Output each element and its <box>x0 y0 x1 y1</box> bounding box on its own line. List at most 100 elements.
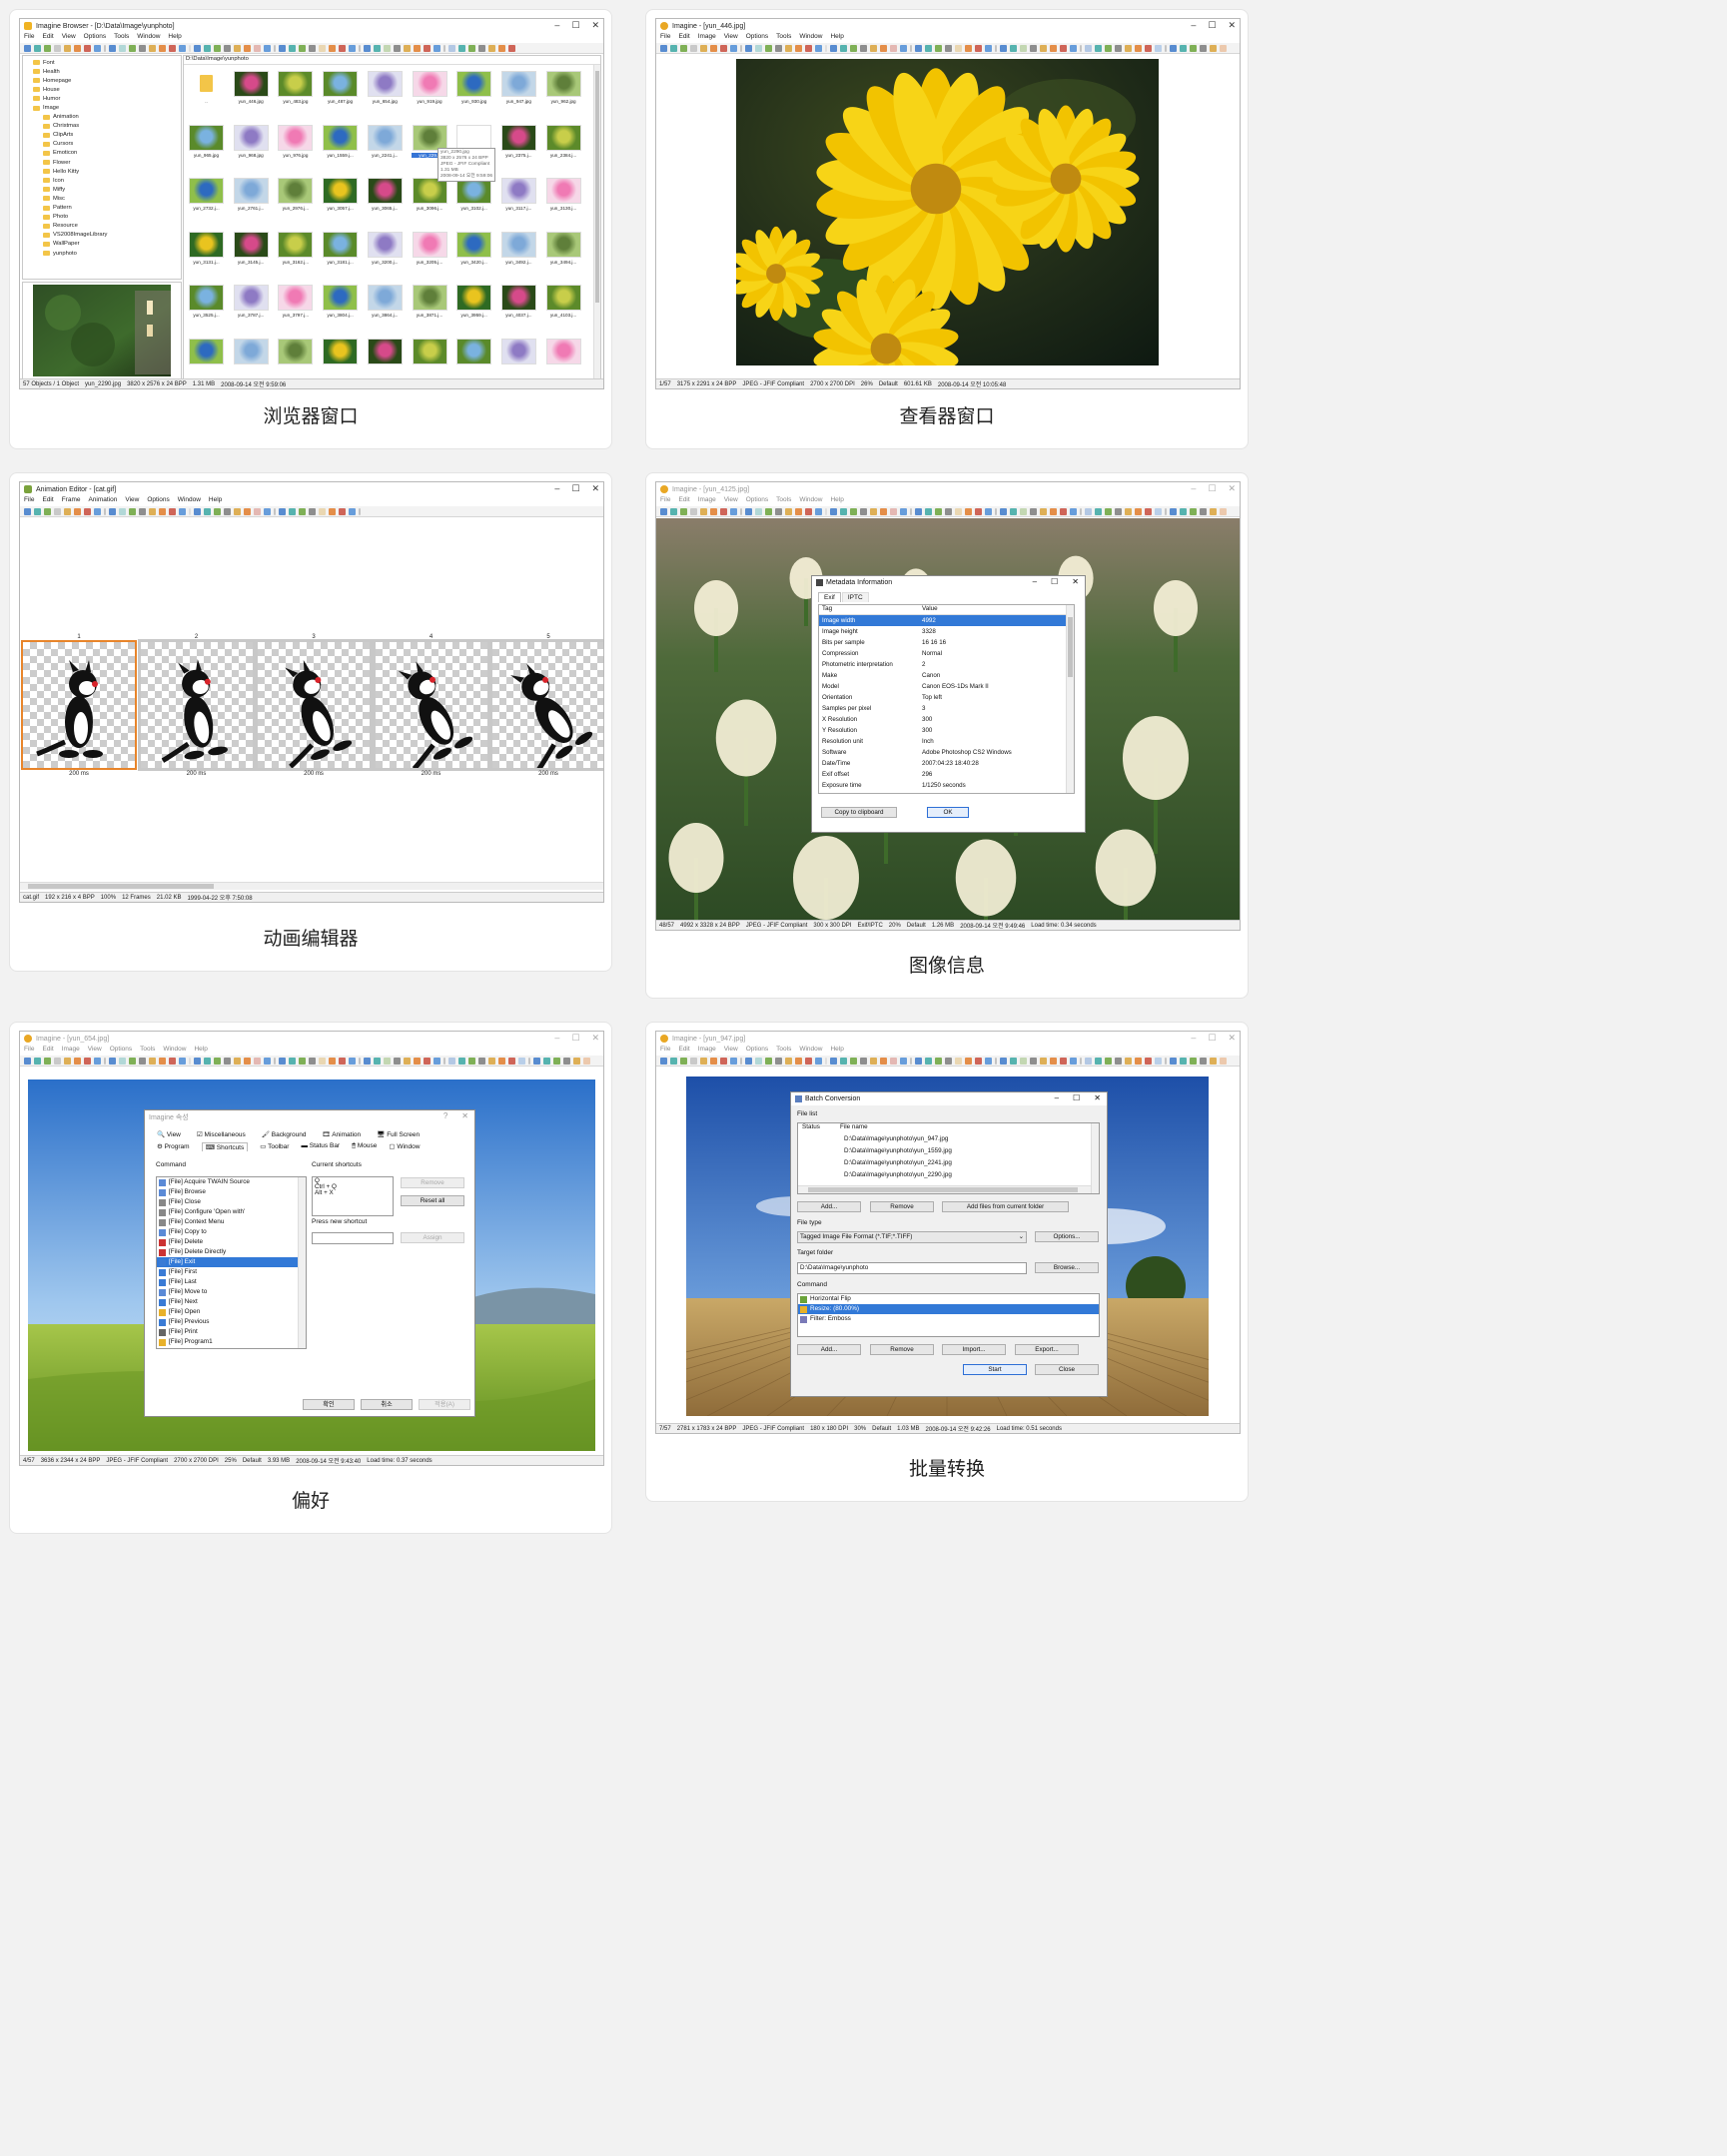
toolbar-button-icon[interactable] <box>795 507 802 515</box>
toolbar-button-icon[interactable] <box>279 507 286 515</box>
tree-item[interactable]: yunphoto <box>33 249 181 258</box>
toolbar-button-icon[interactable] <box>985 507 992 515</box>
toolbar-button-icon[interactable] <box>309 507 316 515</box>
toolbar-button-icon[interactable] <box>74 507 81 515</box>
col-status[interactable]: Status <box>798 1123 840 1133</box>
tree-item[interactable]: Hello Kitty <box>33 167 181 176</box>
toolbar-button-icon[interactable] <box>109 1057 116 1065</box>
toolbar-button-icon[interactable] <box>329 507 336 515</box>
toolbar-button-icon[interactable] <box>24 1057 31 1065</box>
toolbar-button-icon[interactable] <box>448 1057 455 1065</box>
minimize-icon[interactable]: – <box>554 20 559 31</box>
toolbar-button-icon[interactable] <box>319 507 326 515</box>
menu-image[interactable]: Image <box>698 33 716 43</box>
toolbar-button-icon[interactable] <box>1165 1057 1167 1065</box>
new-shortcut-input[interactable] <box>312 1232 394 1244</box>
toolbar-button-icon[interactable] <box>1030 507 1037 515</box>
thumbnail[interactable]: yun_3065.j... <box>367 175 404 214</box>
toolbar-button-icon[interactable] <box>915 1057 922 1065</box>
menu-image[interactable]: Image <box>62 1046 80 1056</box>
toolbar-button-icon[interactable] <box>119 507 126 515</box>
vertical-scrollbar[interactable] <box>298 1177 306 1348</box>
toolbar-button-icon[interactable] <box>404 1057 411 1065</box>
toolbar-button-icon[interactable] <box>795 1057 802 1065</box>
toolbar-button-icon[interactable] <box>975 44 982 52</box>
toolbar-button-icon[interactable] <box>955 507 962 515</box>
thumbnail[interactable]: yun_3200.j... <box>367 229 404 268</box>
menu-edit[interactable]: Edit <box>42 1046 53 1056</box>
toolbar-button-icon[interactable] <box>24 44 31 52</box>
add-file-button[interactable]: Add... <box>797 1201 861 1212</box>
toolbar-button-icon[interactable] <box>224 1057 231 1065</box>
list-item[interactable]: [File] First <box>157 1267 300 1277</box>
toolbar-button-icon[interactable] <box>935 507 942 515</box>
toolbar-button-icon[interactable] <box>224 44 231 52</box>
toolbar-button-icon[interactable] <box>775 1057 782 1065</box>
toolbar-button-icon[interactable] <box>910 1057 912 1065</box>
toolbar-button-icon[interactable] <box>54 1057 61 1065</box>
toolbar-button-icon[interactable] <box>104 44 106 52</box>
toolbar-button-icon[interactable] <box>815 507 822 515</box>
toolbar-button-icon[interactable] <box>1155 507 1162 515</box>
toolbar-button-icon[interactable] <box>309 1057 316 1065</box>
toolbar-button-icon[interactable] <box>1070 507 1077 515</box>
toolbar-button-icon[interactable] <box>1125 44 1132 52</box>
toolbar-button-icon[interactable] <box>945 44 952 52</box>
toolbar-button-icon[interactable] <box>860 507 867 515</box>
toolbar-button-icon[interactable] <box>149 1057 156 1065</box>
thumbnail[interactable]: yun_2375.j... <box>500 122 537 161</box>
toolbar-button-icon[interactable] <box>765 44 772 52</box>
tab-iptc[interactable]: IPTC <box>841 592 869 602</box>
toolbar-button-icon[interactable] <box>1155 44 1162 52</box>
toolbar-button-icon[interactable] <box>955 44 962 52</box>
toolbar-button-icon[interactable] <box>785 507 792 515</box>
toolbar-button-icon[interactable] <box>64 44 71 52</box>
toolbar-button-icon[interactable] <box>244 44 251 52</box>
toolbar-button-icon[interactable] <box>1220 1057 1227 1065</box>
toolbar-button-icon[interactable] <box>94 1057 101 1065</box>
thumbnail[interactable]: yun_654.jpg <box>367 68 404 107</box>
toolbar-button-icon[interactable] <box>840 44 847 52</box>
toolbar-button-icon[interactable] <box>289 507 296 515</box>
toolbar-button-icon[interactable] <box>935 1057 942 1065</box>
toolbar-button-icon[interactable] <box>1180 44 1187 52</box>
toolbar-button-icon[interactable] <box>1165 44 1167 52</box>
toolbar-button-icon[interactable] <box>900 44 907 52</box>
toolbar-button-icon[interactable] <box>234 1057 241 1065</box>
toolbar-button-icon[interactable] <box>149 44 156 52</box>
toolbar-button-icon[interactable] <box>1040 1057 1047 1065</box>
thumbnail[interactable]: yun_965.jpg <box>188 122 225 161</box>
toolbar-button-icon[interactable] <box>670 507 677 515</box>
add-folder-files-button[interactable]: Add files from current folder <box>942 1201 1069 1212</box>
thumbnail[interactable]: yun_976.jpg <box>277 122 314 161</box>
toolbar-button-icon[interactable] <box>244 1057 251 1065</box>
menu-help[interactable]: Help <box>168 33 181 43</box>
toolbar-button-icon[interactable] <box>1135 1057 1142 1065</box>
command-list[interactable]: Horizontal Flip Resize: (80.00%) Filter: E… <box>797 1293 1100 1337</box>
toolbar-button-icon[interactable] <box>1200 507 1207 515</box>
toolbar-button-icon[interactable] <box>84 1057 91 1065</box>
toolbar-button-icon[interactable] <box>264 1057 271 1065</box>
list-item[interactable]: [File] Browse <box>157 1187 300 1197</box>
toolbar-button-icon[interactable] <box>384 44 391 52</box>
toolbar-button-icon[interactable] <box>364 1057 371 1065</box>
menu-view[interactable]: View <box>724 1046 738 1056</box>
toolbar-button-icon[interactable] <box>234 507 241 515</box>
maximize-icon[interactable]: ☐ <box>571 483 579 494</box>
toolbar-button-icon[interactable] <box>1170 1057 1177 1065</box>
thumbnail[interactable]: yun_3205.j... <box>412 229 448 268</box>
tree-item[interactable]: Humor <box>33 94 181 103</box>
toolbar-button-icon[interactable] <box>985 44 992 52</box>
toolbar-button-icon[interactable] <box>189 507 191 515</box>
menu-file[interactable]: File <box>24 1046 34 1056</box>
menu-options[interactable]: Options <box>746 33 768 43</box>
toolbar-button-icon[interactable] <box>109 44 116 52</box>
table-row[interactable]: Samples per pixel 3 <box>819 703 1066 714</box>
close-button[interactable]: Close <box>1035 1364 1099 1375</box>
minimize-icon[interactable]: – <box>1191 20 1196 31</box>
file-type-select[interactable]: Tagged Image File Format (*.TIF;*.TIFF) … <box>797 1231 1027 1243</box>
toolbar-button-icon[interactable] <box>1020 44 1027 52</box>
add-command-button[interactable]: Add... <box>797 1344 861 1355</box>
scroll-thumb[interactable] <box>808 1187 1078 1192</box>
toolbar-button-icon[interactable] <box>264 507 271 515</box>
